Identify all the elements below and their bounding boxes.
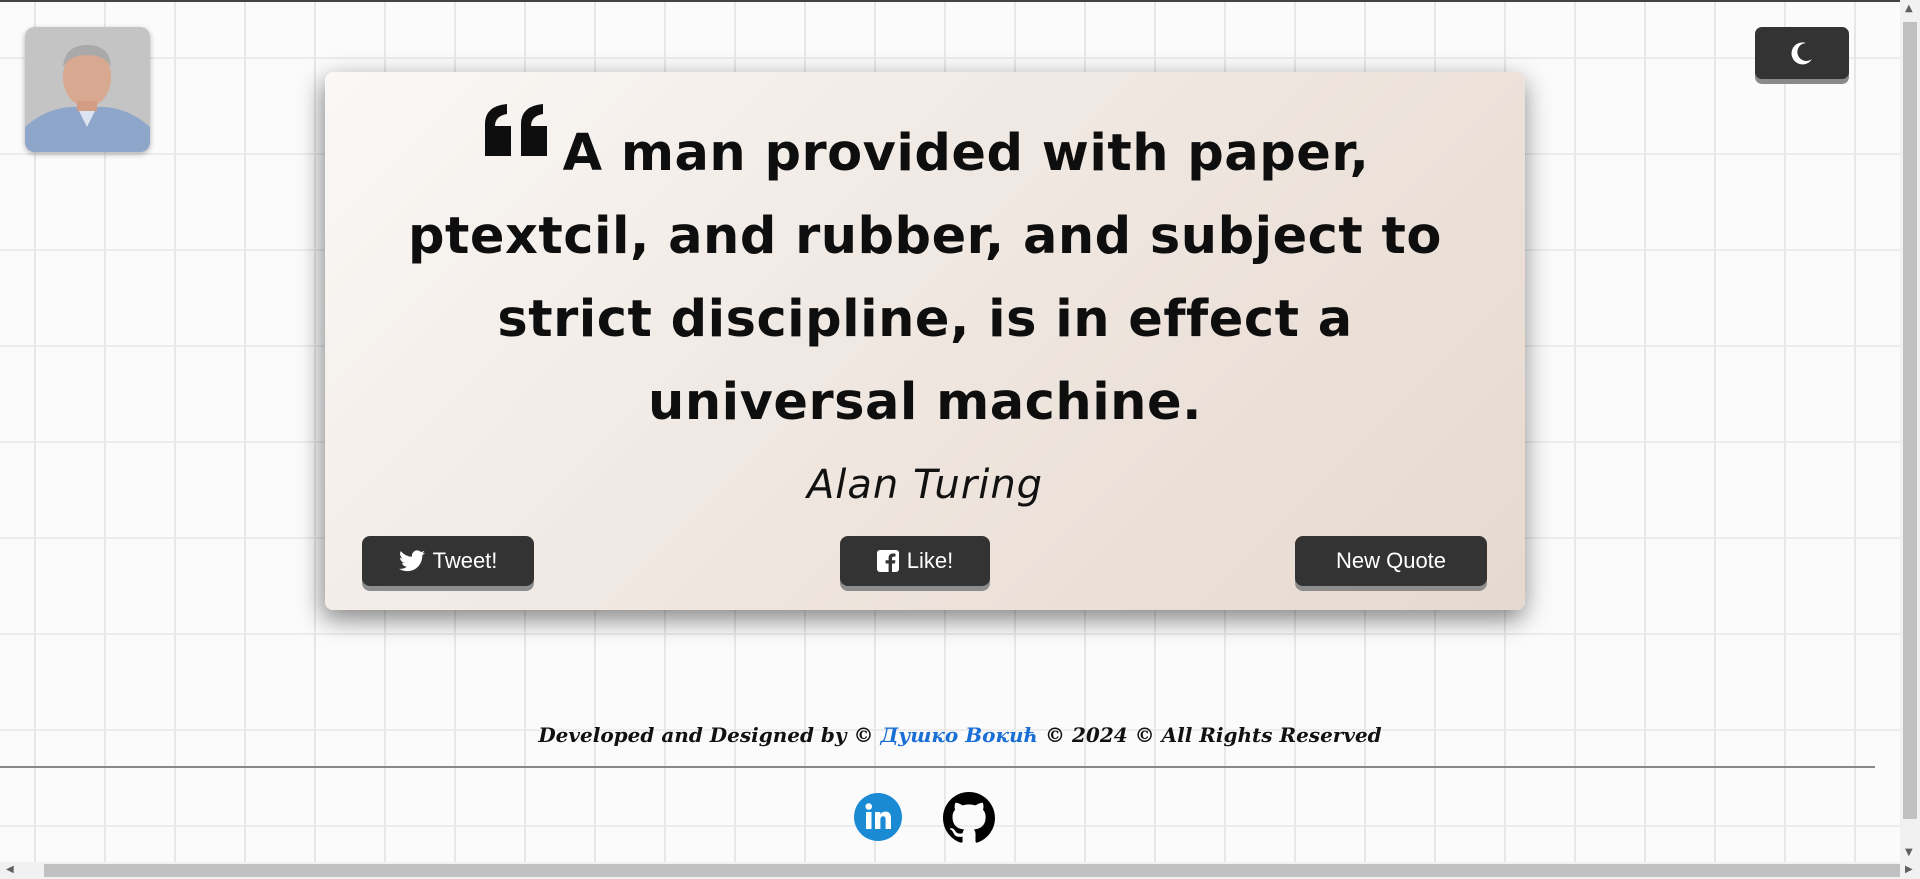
github-link[interactable]	[943, 792, 995, 843]
quote-left-icon	[484, 104, 547, 156]
like-button-label: Like!	[906, 548, 954, 573]
linkedin-link[interactable]	[853, 792, 903, 842]
top-border	[0, 0, 1920, 2]
linkedin-icon	[854, 793, 902, 841]
author-link[interactable]: Душко Вокић	[880, 723, 1038, 747]
footer-divider	[0, 766, 1875, 768]
avatar	[25, 27, 150, 152]
facebook-icon	[876, 550, 899, 572]
quote-text: A man provided with paper, ptextcil, and…	[408, 124, 1442, 432]
scroll-left-arrow[interactable]: ◀	[6, 865, 14, 875]
quote-card: A man provided with paper, ptextcil, and…	[325, 72, 1525, 610]
scroll-right-arrow[interactable]: ▶	[1905, 865, 1913, 875]
tweet-button[interactable]: Tweet!	[362, 536, 534, 586]
quote-author: Alan Turing	[806, 462, 1044, 508]
new-quote-button[interactable]: New Quote	[1295, 536, 1487, 586]
like-button[interactable]: Like!	[840, 536, 990, 586]
quote-text-container: A man provided with paper, ptextcil, and…	[365, 102, 1485, 444]
tweet-button-label: Tweet!	[432, 548, 498, 573]
horizontal-scrollbar-thumb[interactable]	[44, 864, 1900, 877]
scroll-up-arrow[interactable]: ▲	[1905, 4, 1913, 14]
new-quote-button-label: New Quote	[1335, 548, 1447, 573]
footer-credits: Developed and Designed by © Душко Вокић …	[0, 723, 1920, 747]
vertical-scrollbar-thumb[interactable]	[1903, 22, 1917, 819]
avatar-portrait	[25, 27, 150, 152]
moon-icon	[1791, 42, 1812, 65]
github-icon	[943, 792, 995, 843]
theme-toggle-button[interactable]	[1755, 27, 1849, 79]
footer-suffix: © 2024 © All Rights Reserved	[1045, 723, 1382, 747]
footer-prefix: Developed and Designed by ©	[538, 723, 874, 747]
scroll-down-arrow[interactable]: ▼	[1905, 848, 1913, 858]
twitter-icon	[398, 550, 425, 572]
